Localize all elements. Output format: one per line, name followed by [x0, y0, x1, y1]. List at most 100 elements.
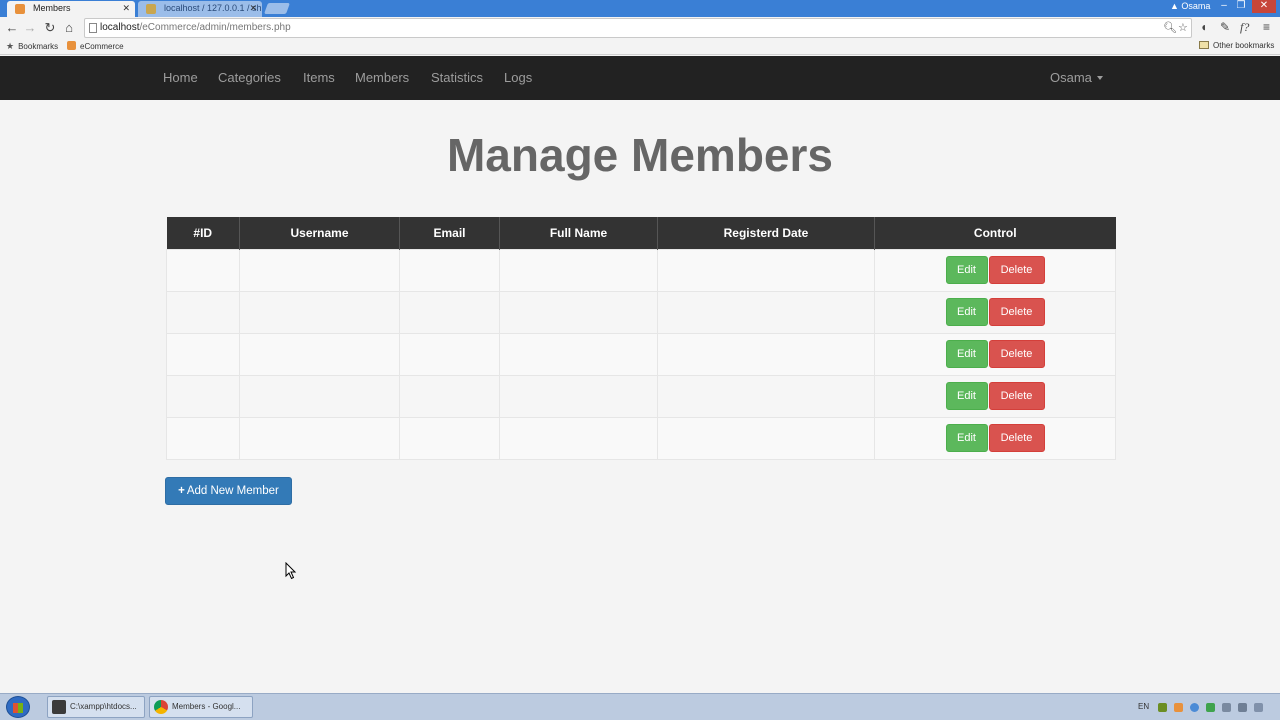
edit-button[interactable]: Edit: [945, 256, 988, 284]
taskbar-item-editor[interactable]: C:\xampp\htdocs...: [47, 696, 145, 718]
cell-control: Edit Delete: [874, 248, 1116, 292]
tray-check-icon[interactable]: [1206, 703, 1215, 712]
folder-icon: [1199, 41, 1209, 49]
bookmarks-label[interactable]: ★ Bookmarks: [6, 41, 58, 52]
taskbar-item-label: Members - Googl...: [172, 702, 241, 711]
header-email: Email: [399, 217, 500, 249]
members-table: #ID Username Email Full Name Registerd D…: [166, 217, 1116, 460]
edit-button[interactable]: Edit: [945, 424, 988, 452]
zoom-icon[interactable]: 🔍︎: [1163, 21, 1177, 34]
header-username: Username: [239, 217, 400, 249]
window-user-name: Osama: [1181, 1, 1211, 11]
bookmarks-text: Bookmarks: [18, 42, 59, 51]
cell-control: Edit Delete: [874, 416, 1116, 460]
cell-id: [166, 416, 240, 460]
table-row: Edit Delete: [166, 290, 1116, 334]
add-new-member-label: Add New Member: [186, 485, 279, 497]
user-name: Osama: [1050, 70, 1092, 85]
cell-full-name: [499, 416, 658, 460]
bookmarks-bar: ★ Bookmarks eCommerce Other bookmarks: [0, 39, 1280, 55]
address-bar[interactable]: localhost/eCommerce/admin/members.php 🔍︎…: [84, 18, 1192, 38]
editor-app-icon: [52, 700, 66, 714]
restore-icon[interactable]: ❐: [1233, 0, 1249, 13]
cell-username: [239, 332, 400, 376]
cell-username: [239, 248, 400, 292]
back-icon[interactable]: ←: [3, 19, 21, 37]
user-dropdown[interactable]: Osama: [1050, 70, 1103, 85]
tools-icon[interactable]: ✎: [1220, 20, 1230, 34]
other-bookmarks-label: Other bookmarks: [1213, 41, 1275, 50]
close-window-icon[interactable]: ✕: [1252, 0, 1276, 13]
nav-home[interactable]: Home: [163, 70, 198, 85]
bookmark-label: eCommerce: [80, 42, 124, 51]
other-bookmarks[interactable]: Other bookmarks: [1199, 41, 1274, 50]
nav-logs[interactable]: Logs: [504, 70, 532, 85]
cell-full-name: [499, 290, 658, 334]
tray-app-icon[interactable]: [1158, 703, 1167, 712]
header-control: Control: [874, 217, 1116, 249]
browser-tab-phpmyadmin[interactable]: localhost / 127.0.0.1 / sho ✕: [138, 1, 262, 17]
delete-button[interactable]: Delete: [988, 256, 1045, 284]
edit-button[interactable]: Edit: [945, 382, 988, 410]
edit-button[interactable]: Edit: [945, 340, 988, 368]
cell-control: Edit Delete: [874, 332, 1116, 376]
menu-icon[interactable]: ≡: [1263, 20, 1270, 34]
cell-full-name: [499, 374, 658, 418]
cell-username: [239, 374, 400, 418]
add-new-member-button[interactable]: + Add New Member: [165, 477, 292, 505]
nav-items[interactable]: Items: [303, 70, 335, 85]
new-tab-button[interactable]: [263, 3, 291, 14]
minimize-icon[interactable]: –: [1216, 0, 1232, 13]
mouse-cursor-icon: [285, 562, 297, 580]
cell-username: [239, 290, 400, 334]
cell-email: [399, 416, 500, 460]
url-host: localhost: [100, 22, 140, 33]
delete-button[interactable]: Delete: [988, 424, 1045, 452]
delete-button[interactable]: Delete: [988, 340, 1045, 368]
forward-icon[interactable]: →: [21, 19, 39, 37]
start-button[interactable]: [6, 696, 30, 718]
nav-statistics[interactable]: Statistics: [431, 70, 483, 85]
admin-navbar: Home Categories Items Members Statistics…: [0, 56, 1280, 100]
tray-chrome-icon[interactable]: [1190, 703, 1199, 712]
edit-button[interactable]: Edit: [945, 298, 988, 326]
nav-members[interactable]: Members: [355, 70, 409, 85]
cell-email: [399, 374, 500, 418]
cell-username: [239, 416, 400, 460]
bookmark-ecommerce[interactable]: eCommerce: [67, 41, 124, 51]
caret-down-icon: [1096, 76, 1103, 80]
header-full-name: Full Name: [499, 217, 658, 249]
language-indicator[interactable]: EN: [1138, 702, 1149, 711]
delete-button[interactable]: Delete: [988, 382, 1045, 410]
header-id: #ID: [166, 217, 240, 249]
table-header-row: #ID Username Email Full Name Registerd D…: [166, 217, 1116, 249]
chrome-icon: [154, 700, 168, 714]
formula-icon[interactable]: f?: [1240, 20, 1249, 35]
nav-categories[interactable]: Categories: [218, 70, 281, 85]
cell-full-name: [499, 332, 658, 376]
home-icon[interactable]: ⌂: [60, 19, 78, 37]
browser-tab-members[interactable]: Members ✕: [7, 1, 135, 17]
star-icon[interactable]: ☆: [1178, 21, 1188, 34]
cell-date: [657, 332, 875, 376]
reload-icon[interactable]: ↻: [41, 19, 59, 37]
tab-title: Members: [33, 3, 71, 13]
taskbar-item-chrome[interactable]: Members - Googl...: [149, 696, 253, 718]
cell-id: [166, 374, 240, 418]
table-row: Edit Delete: [166, 332, 1116, 376]
browser-toolbar: ← → ↻ ⌂ localhost/eCommerce/admin/member…: [0, 17, 1280, 39]
cell-email: [399, 290, 500, 334]
url-path: /eCommerce/admin/members.php: [139, 22, 291, 33]
tab-title: localhost / 127.0.0.1 / sho: [164, 3, 262, 13]
extension-icon[interactable]: ◖: [1200, 20, 1207, 34]
tray-volume-icon[interactable]: [1254, 703, 1263, 712]
tab-close-icon[interactable]: ✕: [249, 1, 257, 16]
tray-display-icon[interactable]: [1238, 703, 1247, 712]
tray-app-icon[interactable]: [1174, 703, 1183, 712]
tray-network-icon[interactable]: [1222, 703, 1231, 712]
delete-button[interactable]: Delete: [988, 298, 1045, 326]
tab-close-icon[interactable]: ✕: [122, 1, 130, 16]
url-text: localhost/eCommerce/admin/members.php: [100, 22, 291, 33]
cell-full-name: [499, 248, 658, 292]
cell-control: Edit Delete: [874, 290, 1116, 334]
